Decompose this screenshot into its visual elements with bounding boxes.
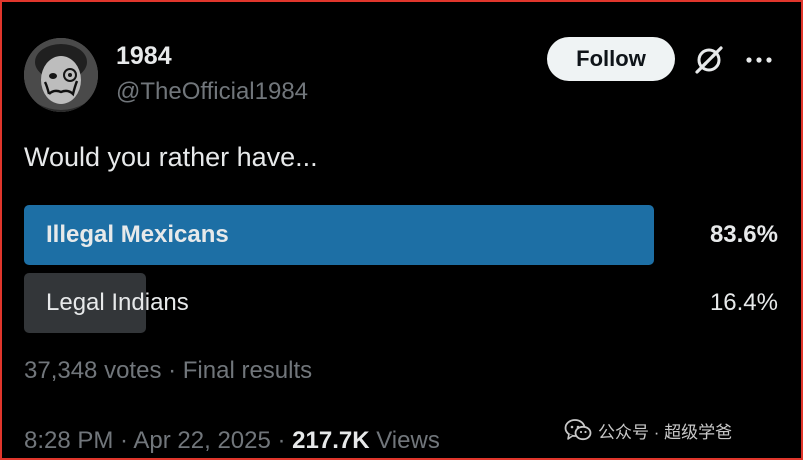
post-date[interactable]: Apr 22, 2025 xyxy=(133,427,270,454)
poll-option[interactable]: Illegal Mexicans 83.6% xyxy=(24,205,778,265)
avatar-portrait xyxy=(24,38,98,112)
avatar[interactable] xyxy=(24,38,98,112)
post-time[interactable]: 8:28 PM xyxy=(24,427,113,454)
post-text: Would you rather have... xyxy=(24,142,318,172)
grok-icon-graphic xyxy=(695,46,723,74)
watermark: 公众号 · 超级学爸 xyxy=(564,417,732,443)
more-options-icon[interactable] xyxy=(744,46,774,74)
meta-separator: · xyxy=(113,427,134,454)
wechat-icon xyxy=(564,419,592,441)
follow-button[interactable]: Follow xyxy=(547,37,675,81)
grok-icon[interactable] xyxy=(692,43,726,77)
poll-option-label: Legal Indians xyxy=(46,289,189,316)
more-dots-graphic xyxy=(746,57,772,63)
poll-meta: 37,348 votes · Final results xyxy=(24,357,312,385)
meta-separator: · xyxy=(270,427,293,454)
meta-separator: · xyxy=(161,357,183,384)
watermark-text: 公众号 · 超级学爸 xyxy=(598,422,733,442)
views-label: Views xyxy=(376,427,440,454)
author-display-name[interactable]: 1984 xyxy=(116,42,172,71)
poll-option[interactable]: Legal Indians 16.4% xyxy=(24,273,778,333)
poll-votes: 37,348 votes xyxy=(24,357,162,384)
poll-option-percent: 16.4% xyxy=(709,289,778,316)
author-handle[interactable]: @TheOfficial1984 xyxy=(116,78,308,106)
views-count[interactable]: 217.7K xyxy=(292,427,369,454)
post-timestamp: 8:28 PM · Apr 22, 2025 · 217.7K Views xyxy=(24,427,440,455)
poll-option-label: Illegal Mexicans xyxy=(46,221,229,248)
poll-option-percent: 83.6% xyxy=(709,221,778,248)
poll-status: Final results xyxy=(182,357,313,384)
